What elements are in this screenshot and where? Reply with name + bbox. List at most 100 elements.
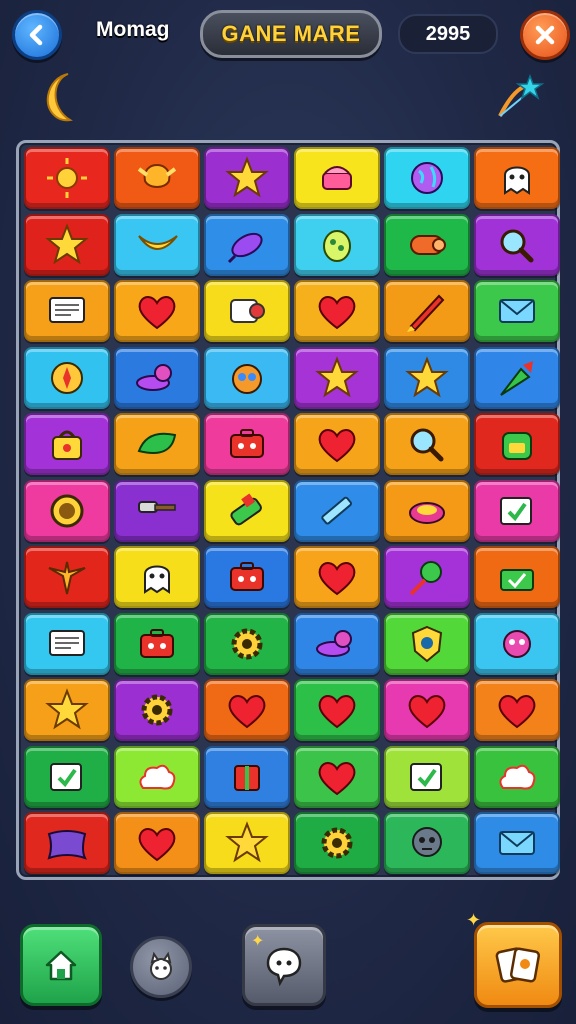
board-tile[interactable] [294,280,380,342]
board-tile[interactable] [24,479,110,542]
star-icon [45,688,89,730]
board-tile[interactable] [114,280,200,342]
board-tile[interactable] [204,612,290,675]
board-tile[interactable] [384,745,470,808]
board-tile[interactable] [474,745,560,808]
back-button[interactable] [12,10,62,60]
board-tile[interactable] [24,147,110,209]
board-tile[interactable] [294,679,380,741]
heart-icon [318,429,356,463]
board-tile[interactable] [294,812,380,874]
score-display: 2995 [398,14,498,54]
board-tile[interactable] [474,679,560,741]
board-tile[interactable] [294,147,380,209]
board-tile[interactable] [24,546,110,608]
board-tile[interactable] [24,413,110,475]
cards-button[interactable] [474,922,562,1008]
board-tile[interactable] [204,280,290,342]
cards-icon [495,947,541,983]
star-icon [405,355,449,397]
pet-button[interactable] [130,936,192,998]
board-tile[interactable] [204,413,290,475]
board-tile[interactable] [114,546,200,608]
board-tile[interactable] [114,479,200,542]
home-button[interactable] [20,924,102,1006]
pillow-icon [47,830,87,860]
ghost-icon [504,166,530,195]
book-icon [500,496,532,525]
board-tile[interactable] [294,413,380,475]
gear-icon [231,628,263,659]
board-tile[interactable] [474,213,560,276]
board-tile[interactable] [474,546,560,608]
board-tile[interactable] [114,679,200,741]
bird-icon [48,561,86,595]
board-tile[interactable] [474,479,560,542]
heart-icon [318,761,356,795]
board-tile[interactable] [294,612,380,675]
board-tile[interactable] [294,346,380,409]
board-tile[interactable] [114,745,200,808]
board-tile[interactable] [114,346,200,409]
board-tile[interactable] [204,213,290,276]
board-tile[interactable] [294,745,380,808]
shield-icon [411,625,443,662]
coin-icon [50,494,84,527]
board-tile[interactable] [384,147,470,209]
home-icon [45,950,77,981]
board-tile[interactable] [204,479,290,542]
player-name: Momag [96,18,170,41]
board-tile[interactable] [384,479,470,542]
phoenix-icon [137,163,177,188]
board-tile[interactable] [114,213,200,276]
log-icon [410,234,446,255]
board-tile[interactable] [384,213,470,276]
hammer-icon [138,500,176,513]
board-tile[interactable] [114,413,200,475]
board-tile[interactable] [24,346,110,409]
board-tile[interactable] [204,812,290,874]
board-tile[interactable] [204,745,290,808]
board-tile[interactable] [384,546,470,608]
board-tile[interactable] [204,346,290,409]
board-tile[interactable] [474,280,560,342]
board-tile[interactable] [114,147,200,209]
board-tile[interactable] [384,812,470,874]
board-tile[interactable] [294,213,380,276]
magnifier-icon [410,428,444,462]
sparkle-icon: ✦ [466,910,482,931]
board-tile[interactable] [474,413,560,475]
board-tile[interactable] [24,745,110,808]
sparkle-icon: ✦ [251,931,265,950]
close-button[interactable] [520,10,570,60]
board-tile[interactable] [204,679,290,741]
board-tile[interactable] [384,346,470,409]
board-tile[interactable] [384,679,470,741]
board-tile[interactable] [474,346,560,409]
top-bar: Momag GANE MARE 2995 [0,0,576,64]
chat-button[interactable]: ✦ [242,924,326,1006]
board-tile[interactable] [24,612,110,675]
rocket-icon [407,294,445,332]
board-tile[interactable] [384,612,470,675]
board-tile[interactable] [204,546,290,608]
board-tile[interactable] [24,280,110,342]
board-tile[interactable] [294,479,380,542]
plane-icon [227,232,263,263]
board-tile[interactable] [114,812,200,874]
board-tile[interactable] [474,612,560,675]
board-tile[interactable] [474,812,560,874]
board-tile[interactable] [204,147,290,209]
snail-icon [316,629,352,657]
board-tile[interactable] [294,546,380,608]
board-tile[interactable] [384,280,470,342]
board-tile[interactable] [384,413,470,475]
tile-grid [24,147,560,874]
book-icon [410,762,442,791]
board-tile[interactable] [24,213,110,276]
board-tile[interactable] [474,147,560,209]
board-tile[interactable] [114,612,200,675]
soap-icon [409,501,445,524]
board-tile[interactable] [24,812,110,874]
board-tile[interactable] [24,679,110,741]
